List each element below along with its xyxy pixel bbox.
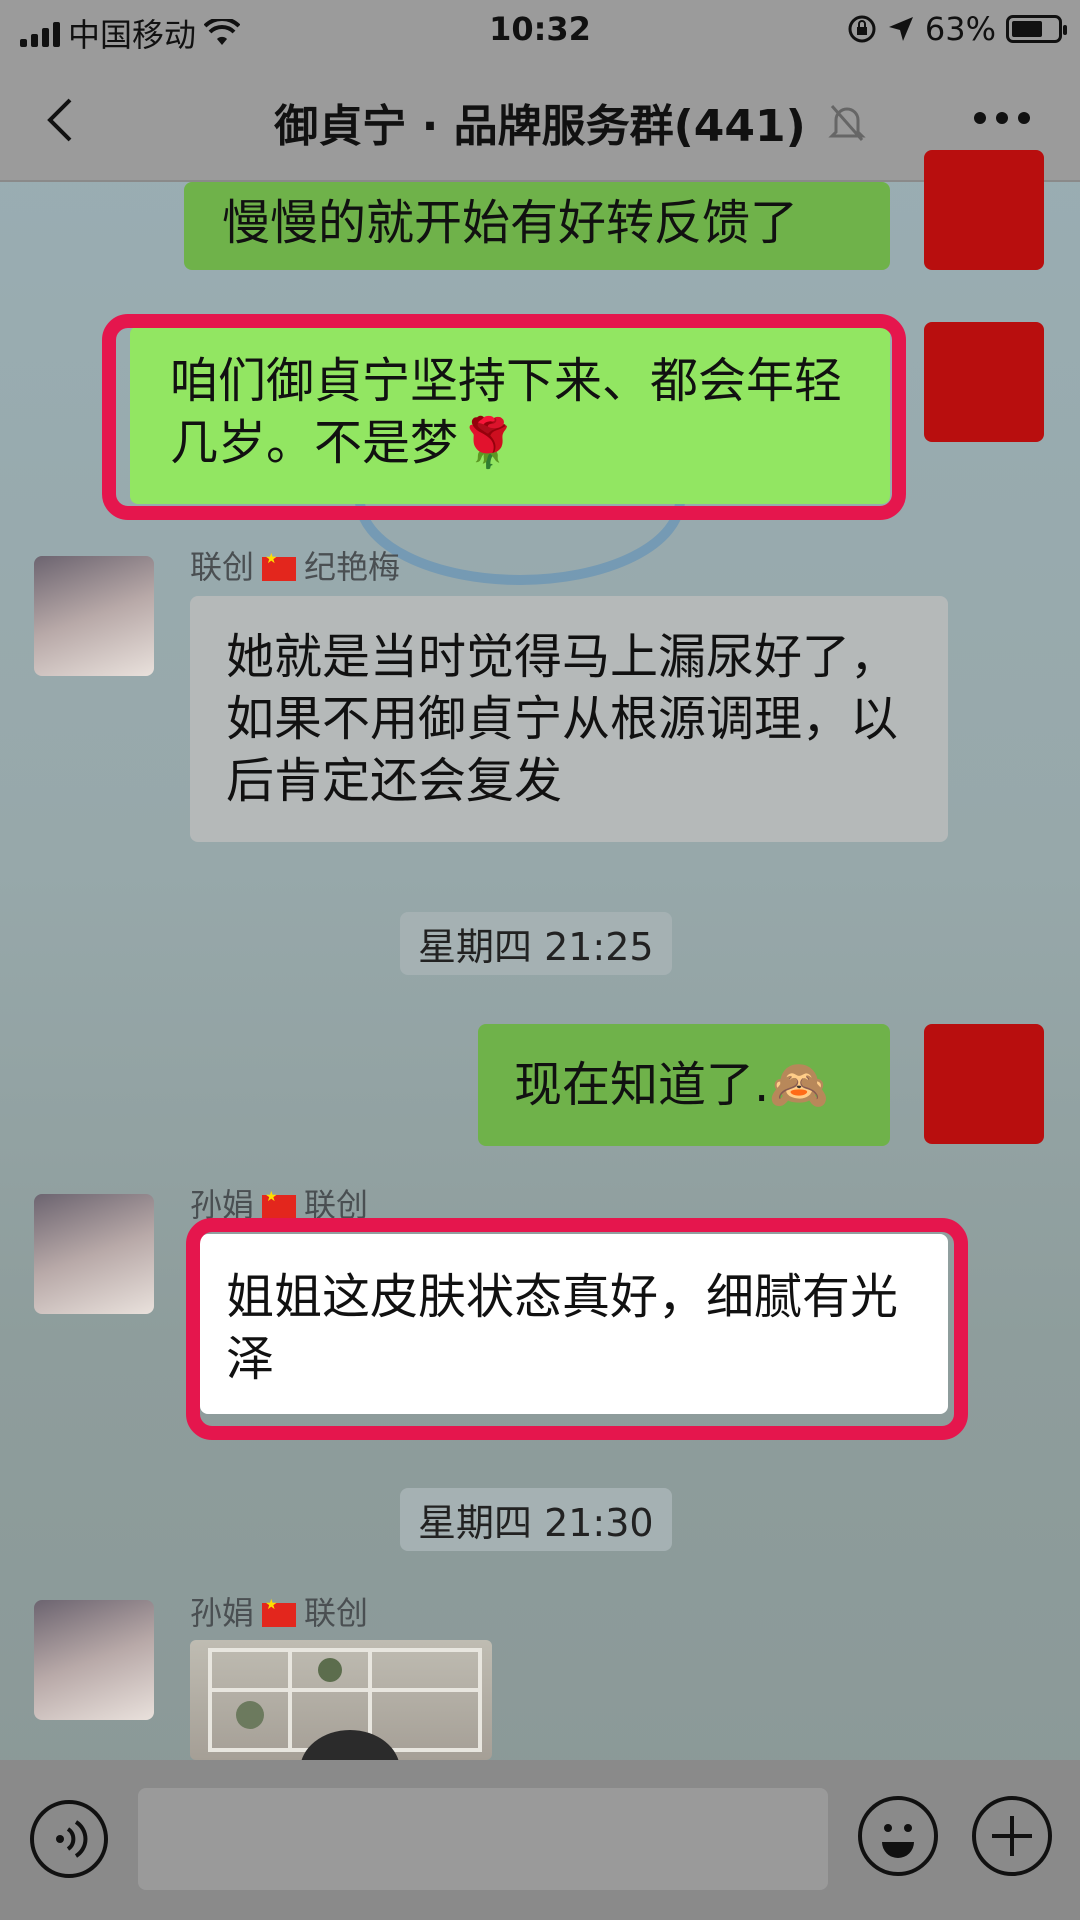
battery-icon xyxy=(1006,15,1067,43)
chat-screen: 中国移动 10:32 63% 御貞宁 · 品牌服务群(441) 慢慢的就开始有好… xyxy=(0,0,1080,1920)
photo-thumbnail xyxy=(208,1648,482,1760)
status-right: 63% xyxy=(847,10,1067,48)
chat-title: 御貞宁 · 品牌服务群(441) xyxy=(274,101,806,152)
message-input[interactable] xyxy=(138,1788,828,1890)
location-icon xyxy=(888,17,913,41)
avatar-self[interactable] xyxy=(924,150,1044,270)
avatar-other[interactable] xyxy=(34,556,154,676)
image-message[interactable] xyxy=(190,1640,492,1760)
message-bubble-self[interactable]: 慢慢的就开始有好转反馈了 xyxy=(184,182,890,270)
emoji-icon[interactable] xyxy=(858,1796,938,1876)
message-text: 她就是当时觉得马上漏尿好了，如果不用御貞宁从根源调理，以后肯定还会复发 xyxy=(226,629,899,809)
back-icon[interactable] xyxy=(40,98,84,142)
message-text: 慢慢的就开始有好转反馈了 xyxy=(222,195,799,251)
flag-icon xyxy=(262,1597,297,1627)
avatar-other[interactable] xyxy=(34,1600,154,1720)
nav-bar: 御貞宁 · 品牌服务群(441) xyxy=(0,60,1080,182)
highlight-frame xyxy=(186,1218,968,1440)
sender-name: 联创纪艳梅 xyxy=(190,542,400,588)
battery-percent: 63% xyxy=(924,10,996,48)
avatar-self[interactable] xyxy=(924,322,1044,442)
message-bubble-other[interactable]: 她就是当时觉得马上漏尿好了，如果不用御貞宁从根源调理，以后肯定还会复发 xyxy=(190,596,948,842)
timestamp: 星期四 21:30 xyxy=(400,1488,672,1551)
more-icon[interactable] xyxy=(974,112,1030,124)
rotation-lock-icon xyxy=(848,15,876,43)
input-bar xyxy=(0,1760,1080,1920)
sender-name: 孙娟联创 xyxy=(190,1588,368,1634)
message-bubble-self[interactable]: 现在知道了.🙈 xyxy=(478,1024,890,1146)
mute-icon xyxy=(828,105,866,141)
plus-icon[interactable] xyxy=(972,1796,1052,1876)
message-text: 现在知道了.🙈 xyxy=(514,1057,830,1113)
status-bar: 中国移动 10:32 63% xyxy=(0,0,1080,60)
timestamp: 星期四 21:25 xyxy=(400,912,672,975)
avatar-self[interactable] xyxy=(924,1024,1044,1144)
voice-icon[interactable] xyxy=(30,1800,108,1878)
avatar-other[interactable] xyxy=(34,1194,154,1314)
highlight-frame xyxy=(102,314,906,520)
flag-icon xyxy=(262,1189,297,1219)
flag-icon xyxy=(262,551,297,581)
